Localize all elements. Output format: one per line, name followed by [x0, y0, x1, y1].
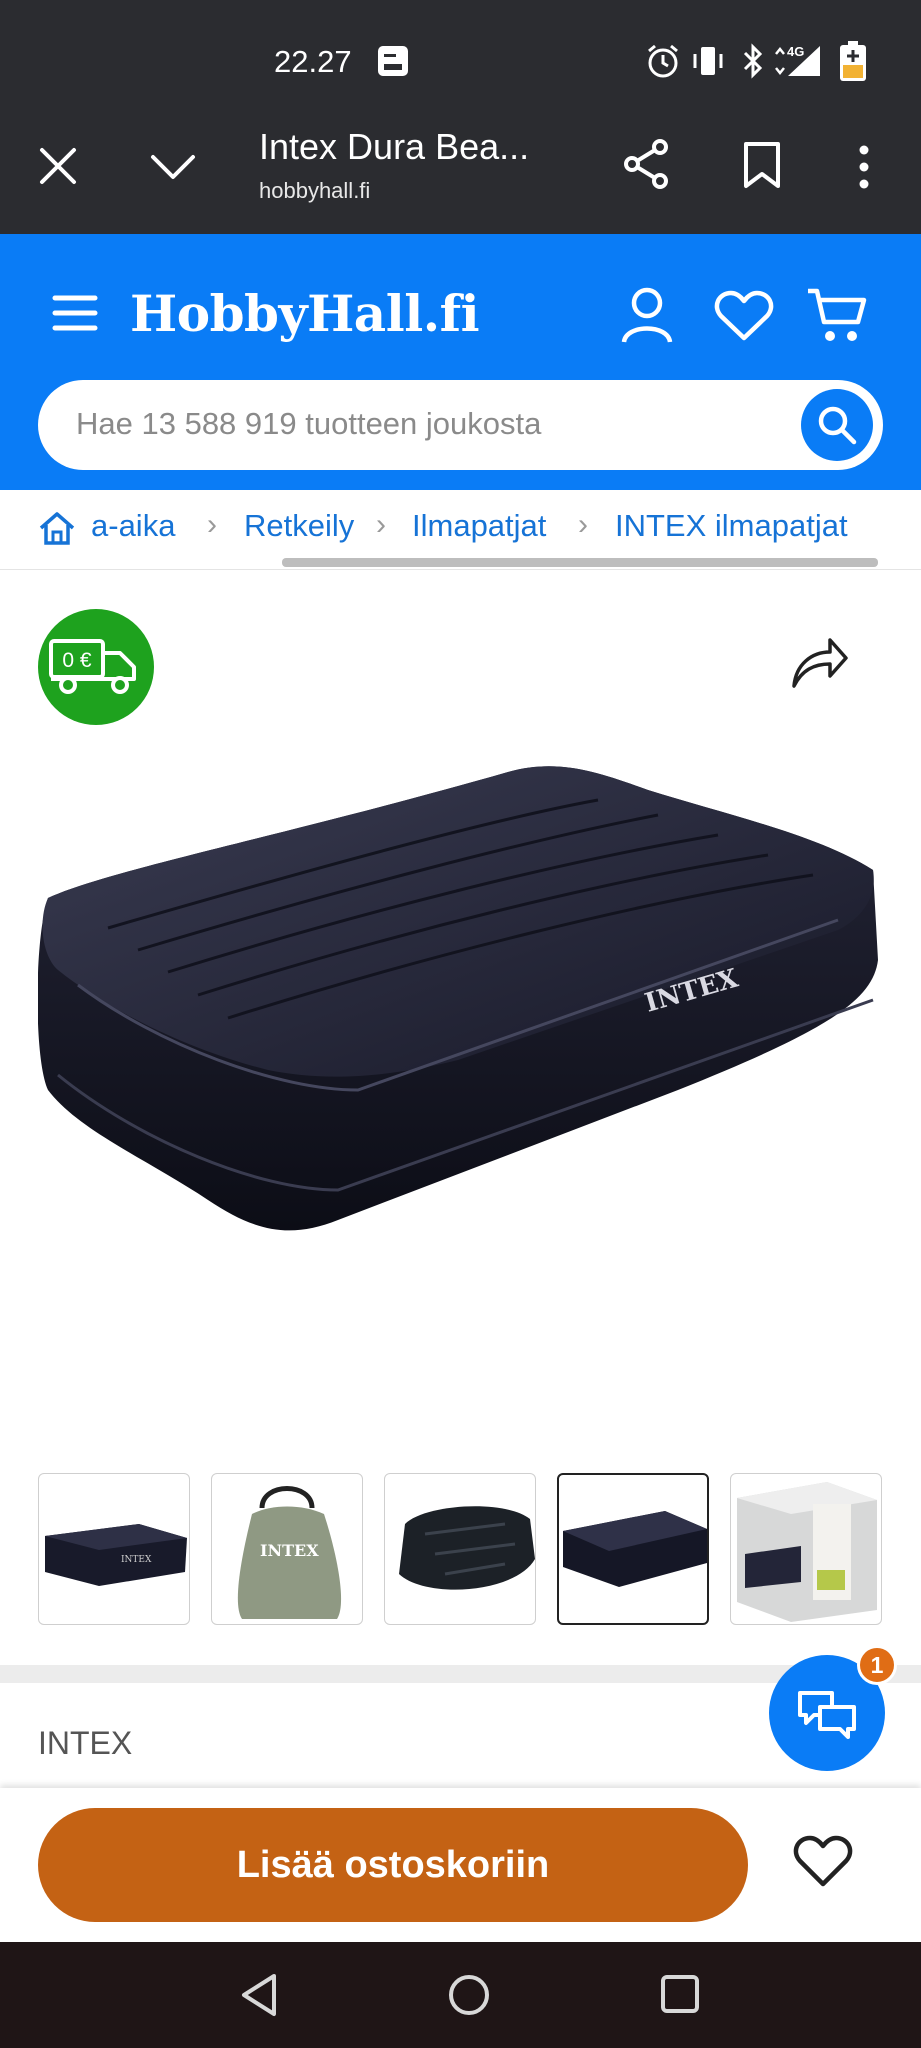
- thumbnail-2[interactable]: INTEX: [211, 1473, 363, 1625]
- delivery-truck-icon: 0 €: [49, 639, 136, 694]
- breadcrumb-item[interactable]: Retkeily: [244, 508, 354, 544]
- bookmark-icon[interactable]: [742, 140, 782, 190]
- search-icon: [818, 406, 857, 445]
- nav-back-icon[interactable]: [238, 1972, 280, 2018]
- chevron-down-icon[interactable]: [150, 148, 196, 184]
- share-icon[interactable]: [622, 138, 670, 190]
- thumbnail-image: [563, 1511, 707, 1587]
- page-title: Intex Dura Bea...: [259, 126, 530, 167]
- thumbnail-image: INTEX: [237, 1486, 342, 1619]
- wishlist-icon[interactable]: [714, 290, 774, 342]
- chat-notification-badge: 1: [857, 1645, 897, 1685]
- thumbnail-1[interactable]: INTEX: [38, 1473, 190, 1625]
- free-delivery-badge: 0 €: [38, 609, 154, 725]
- search-placeholder: Hae 13 588 919 tuotteen joukosta: [76, 406, 542, 441]
- thumbnail-5[interactable]: [730, 1473, 882, 1625]
- add-to-cart-button[interactable]: Lisää ostoskoriin: [38, 1808, 748, 1922]
- thumbnail-4[interactable]: [557, 1473, 709, 1625]
- share-arrow-icon[interactable]: [790, 634, 850, 690]
- breadcrumb-scrollbar[interactable]: [282, 558, 878, 567]
- thumbnail-image: [737, 1482, 877, 1622]
- vibrate-icon: [693, 47, 723, 75]
- page-url: hobbyhall.fi: [259, 178, 371, 203]
- chevron-right-icon: ›: [376, 508, 386, 541]
- action-bar: Lisää ostoskoriin: [0, 1788, 921, 1942]
- thumbnail-image: [399, 1506, 535, 1590]
- close-icon[interactable]: [38, 146, 78, 186]
- alarm-icon: [648, 44, 678, 78]
- delivery-price: 0 €: [62, 649, 92, 672]
- breadcrumb: a-aika › Retkeily › Ilmapatjat › INTEX i…: [0, 490, 921, 570]
- browser-toolbar: Intex Dura Bea... hobbyhall.fi: [0, 110, 921, 234]
- thumbnail-brand: INTEX: [121, 1555, 152, 1565]
- add-to-wishlist-icon[interactable]: [793, 1834, 853, 1888]
- breadcrumb-item[interactable]: Ilmapatjat: [412, 508, 546, 544]
- product-main-image[interactable]: INTEX: [38, 760, 883, 1250]
- nav-recents-icon[interactable]: [658, 1972, 702, 2016]
- cart-icon[interactable]: [806, 286, 868, 344]
- status-bar: 22.27 4G: [0, 0, 921, 110]
- site-header: HobbyHall.fi Hae 13 588 919 tuotteen jou…: [0, 234, 921, 490]
- system-navigation-bar: [0, 1942, 921, 2048]
- search-input[interactable]: Hae 13 588 919 tuotteen joukosta: [38, 380, 883, 470]
- thumbnail-3[interactable]: [384, 1473, 536, 1625]
- home-icon[interactable]: [38, 510, 76, 546]
- thumbnail-image: INTEX: [45, 1524, 187, 1586]
- thumbnail-brand: INTEX: [260, 1541, 319, 1560]
- more-menu-icon[interactable]: [856, 144, 872, 190]
- status-time: 22.27: [274, 44, 352, 79]
- breadcrumb-item[interactable]: a-aika: [91, 508, 175, 544]
- search-button[interactable]: [801, 389, 873, 461]
- battery-icon: [840, 41, 866, 81]
- sim-card-icon: [378, 46, 408, 76]
- chevron-right-icon: ›: [578, 508, 588, 541]
- site-logo[interactable]: HobbyHall.fi: [130, 284, 480, 343]
- breadcrumb-item[interactable]: INTEX ilmapatjat: [615, 508, 848, 544]
- chat-bubbles-icon: [798, 1691, 856, 1739]
- product-brand[interactable]: INTEX: [38, 1725, 132, 1762]
- account-icon[interactable]: [620, 286, 674, 344]
- signal-icon: [775, 46, 820, 76]
- nav-home-icon[interactable]: [446, 1972, 492, 2018]
- chevron-right-icon: ›: [207, 508, 217, 541]
- bluetooth-icon: [743, 43, 763, 79]
- hamburger-menu-icon[interactable]: [52, 294, 98, 332]
